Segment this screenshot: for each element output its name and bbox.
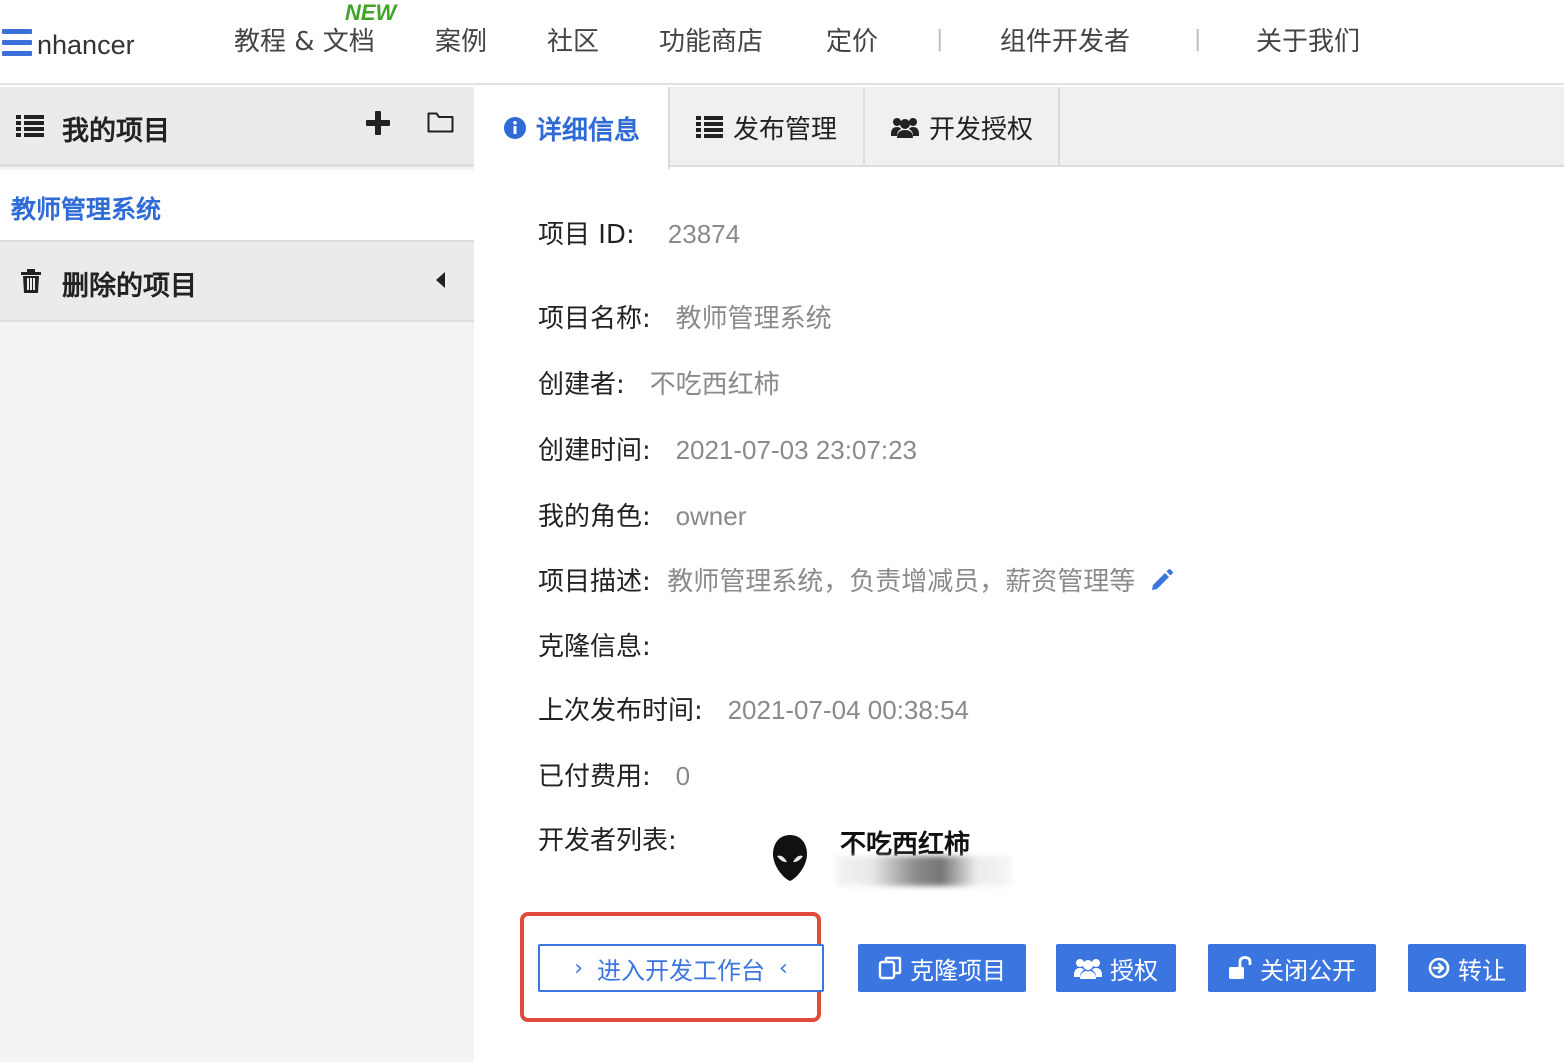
clone-project-label: 克隆项目 bbox=[910, 956, 1006, 985]
field-description: 项目描述: 教师管理系统，负责增减员，薪资管理等 bbox=[538, 561, 1174, 599]
chevron-right-icon: › bbox=[574, 955, 583, 981]
field-project-name: 项目名称: 教师管理系统 bbox=[538, 298, 832, 335]
field-label: 创建者: bbox=[538, 370, 625, 400]
users-icon bbox=[891, 116, 919, 138]
tab-bar: 详细信息 发布管理 开发授权 bbox=[474, 87, 1564, 169]
clone-project-button[interactable]: 克隆项目 bbox=[858, 944, 1026, 992]
avatar bbox=[772, 834, 808, 886]
tab-dev-auth-label: 开发授权 bbox=[929, 114, 1034, 145]
field-value: owner bbox=[675, 501, 747, 531]
field-value: 教师管理系统，负责增减员，薪资管理等 bbox=[667, 566, 1136, 596]
nav-separator: | bbox=[936, 27, 944, 52]
field-developers: 开发者列表: bbox=[538, 820, 677, 857]
tab-details[interactable]: 详细信息 bbox=[474, 87, 670, 169]
pencil-icon[interactable] bbox=[1150, 568, 1174, 599]
field-value: 0 bbox=[675, 761, 691, 791]
logo-text: nhancer bbox=[37, 29, 135, 60]
sidebar-title: 我的项目 bbox=[62, 116, 170, 147]
tab-details-label: 详细信息 bbox=[536, 115, 641, 146]
arrow-circle-right-icon bbox=[1428, 957, 1450, 979]
field-label: 项目 ID: bbox=[538, 220, 635, 250]
close-public-label: 关闭公开 bbox=[1260, 956, 1356, 985]
transfer-label: 转让 bbox=[1458, 956, 1506, 985]
sidebar-item-deleted-label: 删除的项目 bbox=[62, 271, 197, 302]
info-icon bbox=[504, 117, 526, 139]
trash-icon bbox=[20, 269, 42, 297]
nav-cases[interactable]: 案例 bbox=[435, 21, 487, 58]
unlock-icon bbox=[1228, 956, 1252, 980]
nav-about[interactable]: 关于我们 bbox=[1256, 21, 1360, 58]
enter-workspace-label: 进入开发工作台 bbox=[597, 956, 765, 985]
transfer-button[interactable]: 转让 bbox=[1408, 944, 1526, 992]
nav-store[interactable]: 功能商店 bbox=[659, 21, 763, 58]
add-project-icon[interactable] bbox=[366, 111, 390, 135]
list-icon bbox=[696, 116, 723, 138]
authorize-label: 授权 bbox=[1110, 956, 1158, 985]
field-last-published: 上次发布时间: 2021-07-04 00:38:54 bbox=[538, 690, 969, 727]
sidebar-item-project[interactable]: 教师管理系统 bbox=[0, 170, 474, 240]
chevron-left-icon: ‹ bbox=[779, 955, 788, 981]
field-value: 2021-07-04 00:38:54 bbox=[727, 695, 969, 725]
tab-dev-auth[interactable]: 开发授权 bbox=[865, 87, 1060, 167]
enter-workspace-button[interactable]: › 进入开发工作台 ‹ bbox=[538, 944, 824, 992]
field-value: 23874 bbox=[667, 219, 741, 249]
list-icon bbox=[16, 115, 44, 141]
nav-community[interactable]: 社区 bbox=[547, 21, 599, 58]
field-label: 克隆信息: bbox=[538, 632, 651, 662]
sidebar-item-project-label[interactable]: 教师管理系统 bbox=[11, 190, 161, 226]
field-project-id: 项目 ID: 23874 bbox=[538, 214, 740, 251]
nav-component-developers[interactable]: 组件开发者 bbox=[1000, 21, 1130, 58]
field-label: 上次发布时间: bbox=[538, 696, 703, 726]
tab-publish-label: 发布管理 bbox=[733, 114, 838, 145]
logo-mark-icon bbox=[2, 27, 32, 57]
field-role: 我的角色: owner bbox=[538, 496, 746, 533]
nav-docs[interactable]: 教程 & 文档 bbox=[234, 21, 375, 58]
sidebar: 我的项目 教师管理系统 删除的项目 bbox=[0, 87, 474, 1062]
field-label: 已付费用: bbox=[538, 762, 651, 792]
field-label: 项目描述: bbox=[538, 567, 651, 597]
tab-publish[interactable]: 发布管理 bbox=[670, 87, 865, 167]
clone-icon bbox=[878, 956, 902, 980]
field-label: 开发者列表: bbox=[538, 826, 677, 856]
users-icon bbox=[1074, 957, 1102, 979]
logo[interactable]: nhancer bbox=[2, 22, 135, 62]
nav-pricing[interactable]: 定价 bbox=[826, 21, 878, 58]
field-label: 创建时间: bbox=[538, 436, 651, 466]
close-public-button[interactable]: 关闭公开 bbox=[1208, 944, 1376, 992]
field-clone-info: 克隆信息: bbox=[538, 626, 651, 663]
field-value: 教师管理系统 bbox=[675, 303, 832, 333]
field-value: 不吃西红柿 bbox=[649, 369, 780, 399]
nav-separator: | bbox=[1194, 27, 1202, 52]
field-label: 项目名称: bbox=[538, 304, 651, 334]
field-paid: 已付费用: 0 bbox=[538, 756, 690, 793]
field-value: 2021-07-03 23:07:23 bbox=[675, 435, 917, 465]
sidebar-header: 我的项目 bbox=[0, 87, 474, 167]
field-created-time: 创建时间: 2021-07-03 23:07:23 bbox=[538, 430, 917, 467]
field-label: 我的角色: bbox=[538, 502, 651, 532]
authorize-button[interactable]: 授权 bbox=[1056, 944, 1176, 992]
sidebar-item-deleted[interactable]: 删除的项目 bbox=[0, 240, 474, 322]
field-creator: 创建者: 不吃西红柿 bbox=[538, 364, 780, 401]
top-nav: nhancer NEW 教程 & 文档 案例 社区 功能商店 定价 | 组件开发… bbox=[0, 0, 1564, 85]
redacted-developer-info bbox=[836, 856, 1011, 886]
caret-left-icon[interactable] bbox=[436, 272, 445, 288]
folder-icon[interactable] bbox=[427, 111, 454, 137]
